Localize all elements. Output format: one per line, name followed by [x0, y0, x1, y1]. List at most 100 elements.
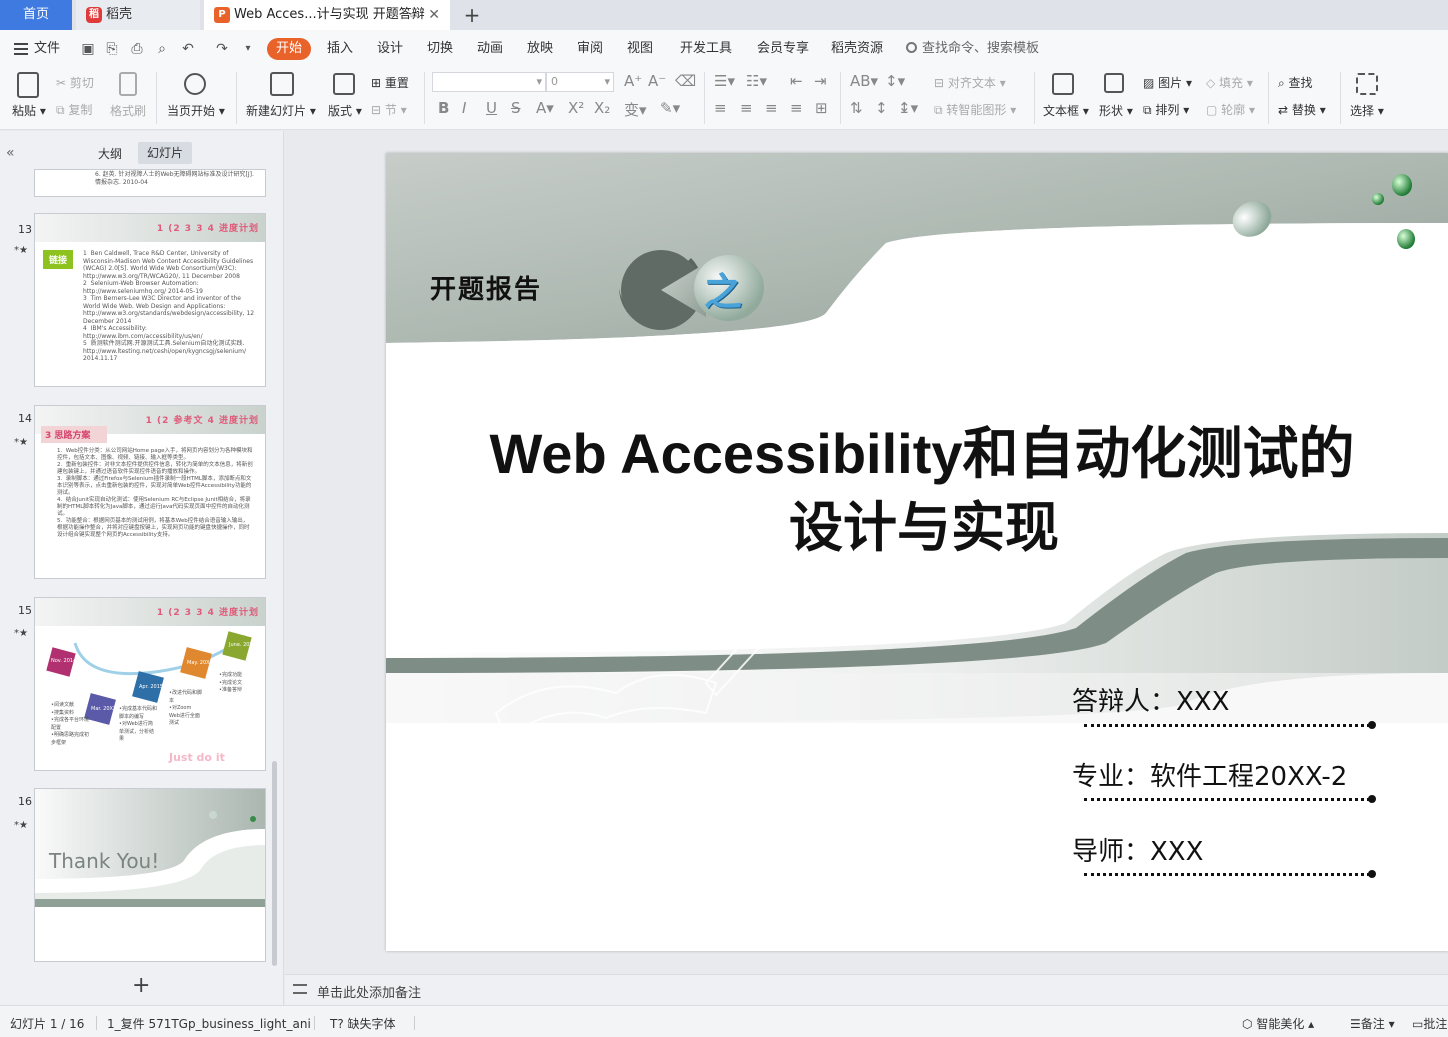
spacing-options-icon[interactable]: ↨▾	[898, 99, 918, 117]
window-icon[interactable]: ▭	[410, 0, 420, 30]
add-slide-button[interactable]: +	[132, 973, 150, 998]
slide-thumbnail-14[interactable]: 1 (2 参考文 4 进度计划 3 思路方案 1. Web控件分类：从公司网站H…	[34, 405, 266, 579]
superscript-icon[interactable]: X²	[568, 99, 584, 117]
reset-button[interactable]: ⊞ 重置	[371, 74, 409, 91]
tab-home[interactable]: 首页	[0, 0, 72, 30]
align-text-button[interactable]: ⊟ 对齐文本 ▾	[934, 74, 1006, 91]
layout-button[interactable]: 版式 ▾	[328, 102, 362, 119]
font-size-select[interactable]: 0 ▾	[546, 72, 614, 92]
print-preview-icon[interactable]: ⌕	[154, 41, 170, 57]
phonetic-icon[interactable]: 变▾	[624, 99, 647, 120]
paste-icon[interactable]	[17, 72, 39, 98]
menu-developer[interactable]: 开发工具	[680, 38, 732, 60]
line-direction-icon[interactable]: ↕▾	[885, 72, 905, 90]
file-menu[interactable]: 文件	[14, 38, 60, 60]
find-button[interactable]: ⌕ 查找	[1278, 74, 1313, 91]
save-icon[interactable]: ▣	[80, 41, 96, 57]
italic-icon[interactable]: I	[462, 99, 466, 117]
justify-icon[interactable]: ≡	[790, 99, 803, 117]
menu-view[interactable]: 视图	[627, 38, 653, 60]
paste-button[interactable]: 粘贴 ▾	[12, 102, 46, 119]
align-center-icon[interactable]: ≡	[740, 99, 753, 117]
tab-outline[interactable]: 大纲	[98, 145, 122, 162]
textbox-button[interactable]: 文本框 ▾	[1043, 102, 1089, 119]
tab-document[interactable]: P Web Acces...计与实现 开题答辩 ▭ ✕	[204, 0, 450, 30]
current-slide[interactable]: 之 开题报告 Web Accessibility和自动化测试的 设计与实现 答辩…	[386, 153, 1448, 951]
panel-scrollbar[interactable]	[272, 761, 277, 966]
menu-animation[interactable]: 动画	[477, 38, 503, 60]
fill-button[interactable]: ◇ 填充 ▾	[1206, 74, 1253, 91]
format-painter-button[interactable]: 格式刷	[110, 102, 146, 119]
shape-button[interactable]: 形状 ▾	[1099, 102, 1133, 119]
text-direction-icon[interactable]: AB▾	[850, 72, 878, 90]
command-search[interactable]: 查找命令、搜索模板	[906, 38, 1039, 60]
close-tab-icon[interactable]: ✕	[428, 0, 440, 30]
replace-button[interactable]: ⇄ 替换 ▾	[1278, 101, 1326, 118]
convert-smartart-button[interactable]: ⧉ 转智能图形 ▾	[934, 101, 1016, 118]
missing-font-button[interactable]: T? 缺失字体	[330, 1015, 396, 1032]
redo-icon[interactable]: ↷	[214, 41, 230, 57]
copy-button[interactable]: ⧉ 复制	[56, 101, 92, 118]
arrange-button[interactable]: ⧉ 排列 ▾	[1143, 101, 1189, 118]
menu-transition[interactable]: 切换	[427, 38, 453, 60]
section-button[interactable]: ⊟ 节 ▾	[371, 101, 407, 118]
slide-thumbnail-12[interactable]: 6. 赵英. 针对视障人士的Web无障碍网站标准及设计研究[J]. 情报杂志. …	[34, 169, 266, 197]
print-icon[interactable]: ⎙	[129, 41, 145, 57]
outline-button[interactable]: ▢ 轮廓 ▾	[1206, 101, 1255, 118]
font-color-icon[interactable]: A▾	[536, 99, 554, 117]
highlight-icon[interactable]: ✎▾	[660, 99, 680, 117]
customize-chevron-icon[interactable]: ▾	[240, 41, 256, 57]
indent-increase-icon[interactable]: ⇥	[814, 72, 827, 90]
tab-slides[interactable]: 幻灯片	[138, 142, 192, 164]
new-slide-button[interactable]: 新建幻灯片 ▾	[246, 102, 316, 119]
menu-insert[interactable]: 插入	[327, 38, 353, 60]
format-painter-icon[interactable]	[119, 72, 137, 96]
new-slide-icon[interactable]	[270, 72, 294, 96]
align-right-icon[interactable]: ≡	[765, 99, 778, 117]
increase-font-icon[interactable]: A⁺	[624, 72, 642, 90]
smart-beautify-button[interactable]: ⬡ 智能美化 ▴	[1242, 1015, 1314, 1032]
tab-docer[interactable]: 稻 稻壳	[76, 0, 200, 30]
menu-membership[interactable]: 会员专享	[757, 38, 809, 60]
theme-name[interactable]: 1_复件 571TGp_business_light_ani	[107, 1015, 311, 1032]
collapse-panel-icon[interactable]: «	[6, 145, 15, 161]
notes-placeholder[interactable]: 单击此处添加备注	[317, 982, 421, 1001]
menu-start[interactable]: 开始	[267, 38, 311, 60]
underline-icon[interactable]: U	[486, 99, 497, 117]
line-spacing-icon[interactable]: ⇅	[850, 99, 863, 117]
numbering-icon[interactable]: ☷▾	[746, 72, 767, 90]
paragraph-spacing-icon[interactable]: ↕	[875, 99, 888, 117]
undo-icon[interactable]: ↶	[180, 41, 196, 57]
align-left-icon[interactable]: ≡	[714, 99, 727, 117]
subscript-icon[interactable]: X₂	[594, 99, 610, 117]
notes-pane[interactable]: 单击此处添加备注	[285, 974, 1448, 1005]
menu-review[interactable]: 审阅	[577, 38, 603, 60]
play-from-current-button[interactable]: 当页开始 ▾	[167, 102, 225, 119]
new-tab-button[interactable]: +	[460, 0, 484, 30]
indent-decrease-icon[interactable]: ⇤	[790, 72, 803, 90]
cut-button[interactable]: ✂ 剪切	[56, 74, 94, 91]
menu-design[interactable]: 设计	[377, 38, 403, 60]
menu-docer-resources[interactable]: 稻壳资源	[831, 38, 883, 60]
select-icon[interactable]	[1356, 73, 1378, 95]
layout-icon[interactable]	[333, 73, 355, 95]
comment-button[interactable]: ▭批注	[1412, 1015, 1447, 1032]
distribute-icon[interactable]: ⊞	[815, 99, 828, 117]
shape-icon[interactable]	[1104, 73, 1124, 93]
slide-thumbnail-13[interactable]: 1 (2 3 3 4 进度计划 链接 1 Ben Caldwell, Trace…	[34, 213, 266, 387]
bold-icon[interactable]: B	[438, 99, 449, 117]
menu-slideshow[interactable]: 放映	[527, 38, 553, 60]
strikethrough-icon[interactable]: S	[511, 99, 521, 117]
select-button[interactable]: 选择 ▾	[1350, 102, 1384, 119]
picture-button[interactable]: ▨ 图片 ▾	[1143, 74, 1192, 91]
export-pdf-icon[interactable]: ⎘	[104, 41, 120, 57]
clear-format-icon[interactable]: ⌫	[675, 72, 696, 90]
notes-toggle-button[interactable]: ☰备注 ▾	[1350, 1015, 1395, 1032]
slide-thumbnail-16[interactable]: Thank You!	[34, 788, 266, 962]
decrease-font-icon[interactable]: A⁻	[648, 72, 666, 90]
slide-thumbnail-15[interactable]: 1 (2 3 3 4 进度计划 Nov. 2014 Mar. 20XX Apr.…	[34, 597, 266, 771]
bullets-icon[interactable]: ☰▾	[714, 72, 735, 90]
font-name-select[interactable]: ▾	[432, 72, 546, 92]
play-icon[interactable]	[184, 73, 206, 95]
textbox-icon[interactable]	[1052, 73, 1074, 95]
